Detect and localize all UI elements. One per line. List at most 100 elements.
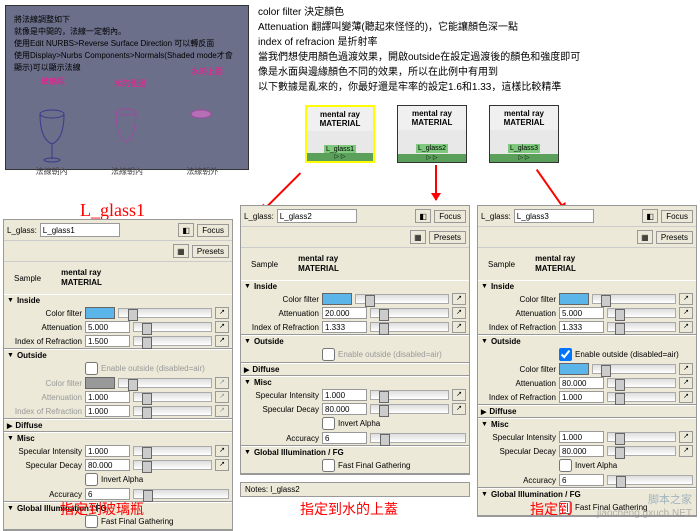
glass-3: 法線朝外 <box>186 104 218 177</box>
att-slider[interactable] <box>133 322 212 332</box>
cf-swatch[interactable] <box>559 293 589 305</box>
sample-label: Sample <box>14 274 41 283</box>
map-icon[interactable]: ↗ <box>215 335 229 347</box>
node-3-label: L_glass3 <box>508 144 540 153</box>
node-io: ▷ ▷ <box>490 154 558 162</box>
invert-alpha-check[interactable] <box>559 459 572 472</box>
bottom-label-2: 指定到水的上蓋 <box>300 499 398 519</box>
si-input[interactable] <box>85 445 130 457</box>
invert-alpha-check[interactable] <box>322 417 335 430</box>
collapse-icon: ▼ <box>7 352 14 359</box>
material-node-3[interactable]: mental rayMATERIAL L_glass3 ▷ ▷ <box>489 105 559 163</box>
glass-3-label: 法線朝外 <box>186 166 218 177</box>
gi-header[interactable]: ▼Global Illumination / FG <box>241 447 469 458</box>
focus-button[interactable]: Focus <box>661 210 693 223</box>
acc-input[interactable] <box>322 432 367 444</box>
notes-bar: Notes: l_glass2 <box>240 482 470 497</box>
si-input[interactable] <box>559 431 604 443</box>
attenuation-input[interactable] <box>85 321 130 333</box>
node-io: ▷ ▷ <box>307 153 373 161</box>
sd-input[interactable] <box>559 445 604 457</box>
map-icon[interactable]: ↗ <box>215 405 229 417</box>
map-icon[interactable]: ↗ <box>215 445 229 457</box>
sd-input[interactable] <box>85 459 130 471</box>
acc-input[interactable] <box>559 474 604 486</box>
ref-line1: 將法線調整如下 <box>14 14 240 26</box>
att-input[interactable] <box>559 307 604 319</box>
glass-name-input[interactable] <box>514 209 594 223</box>
misc-header[interactable]: ▼Misc <box>478 419 696 430</box>
ref-line2: 就像是中間的，法線一定朝內。 <box>14 26 240 38</box>
glass-2: 法線朝內 <box>111 104 143 177</box>
ior-slider[interactable] <box>133 336 212 346</box>
focus-button[interactable]: Focus <box>434 210 466 223</box>
presets-button[interactable]: Presets <box>192 245 229 258</box>
presets-button[interactable]: Presets <box>429 231 466 244</box>
ffg-check[interactable] <box>322 459 335 472</box>
enable-outside-check[interactable] <box>322 348 335 361</box>
inside-header[interactable]: ▼Inside <box>241 281 469 292</box>
bottom-label-3: 指定到 <box>530 499 572 519</box>
misc-header[interactable]: ▼Misc <box>241 377 469 388</box>
desc-l5: 像是水面與邊緣顏色不同的效果，所以在此例中有用到 <box>258 65 696 80</box>
preset-icon[interactable]: ▦ <box>637 230 653 244</box>
wineglass-icon <box>36 104 68 164</box>
att-input[interactable] <box>322 307 367 319</box>
map-icon[interactable]: ↗ <box>215 391 229 403</box>
o-cf-swatch[interactable] <box>559 363 589 375</box>
preset-icon[interactable]: ▦ <box>410 230 426 244</box>
cf-swatch[interactable] <box>322 293 352 305</box>
nav-icon[interactable]: ◧ <box>642 209 658 223</box>
arrow-2 <box>435 165 437 200</box>
inside-header[interactable]: ▼Inside <box>4 295 232 306</box>
o-ior-input[interactable] <box>559 391 604 403</box>
focus-button[interactable]: Focus <box>197 224 229 237</box>
diffuse-header[interactable]: ▶Diffuse <box>478 406 696 417</box>
desc-l1: color filter 決定顏色 <box>258 5 696 20</box>
diffuse-header[interactable]: ▶Diffuse <box>241 364 469 375</box>
desc-l6: 以下數據是亂來的，你最好還是牢率的設定1.6和1.33，這樣比較精準 <box>258 80 696 95</box>
water-side-icon <box>111 104 141 164</box>
inside-header[interactable]: ▼Inside <box>478 281 696 292</box>
map-icon[interactable]: ↗ <box>215 377 229 389</box>
cf-slider[interactable] <box>118 308 212 318</box>
pink-label-right: 水的上面 <box>191 66 223 77</box>
o-cf-slider <box>118 378 212 388</box>
map-icon[interactable]: ↗ <box>215 459 229 471</box>
o-att-input[interactable] <box>559 377 604 389</box>
ior-input[interactable] <box>322 321 367 333</box>
presets-button[interactable]: Presets <box>656 231 693 244</box>
panel-header: L_glass: ◧ Focus <box>4 220 232 241</box>
glass-name-input[interactable] <box>40 223 120 237</box>
o-ior-input <box>85 405 130 417</box>
attribute-panel-3: L_glass:◧Focus ▦Presets Samplemental ray… <box>477 205 697 517</box>
glass-name-input[interactable] <box>277 209 357 223</box>
map-icon[interactable]: ↗ <box>215 321 229 333</box>
node-2-label: L_glass2 <box>416 144 448 153</box>
material-node-1[interactable]: mental rayMATERIAL L_glass1 ▷ ▷ <box>305 105 375 163</box>
preset-icon[interactable]: ▦ <box>173 244 189 258</box>
map-icon[interactable]: ↗ <box>215 307 229 319</box>
enable-outside-check[interactable] <box>559 348 572 361</box>
sd-input[interactable] <box>322 403 367 415</box>
color-filter-swatch[interactable] <box>85 307 115 319</box>
diffuse-header[interactable]: ▶Diffuse <box>4 420 232 431</box>
material-node-2[interactable]: mental rayMATERIAL L_glass2 ▷ ▷ <box>397 105 467 163</box>
attribute-panel-2: L_glass:◧Focus ▦Presets Samplemental ray… <box>240 205 470 475</box>
o-cf-swatch <box>85 377 115 389</box>
nav-icon[interactable]: ◧ <box>178 223 194 237</box>
misc-header[interactable]: ▼Misc <box>4 433 232 444</box>
nav-icon[interactable]: ◧ <box>415 209 431 223</box>
glass-1-label: 法線朝內 <box>36 166 68 177</box>
si-input[interactable] <box>322 389 367 401</box>
ior-input[interactable] <box>85 335 130 347</box>
outside-header[interactable]: ▼Outside <box>241 336 469 347</box>
ref-line3: 使用Edit NURBS>Reverse Surface Direction 可… <box>14 38 240 50</box>
pink-label-mid: 水的側邊 <box>114 78 146 89</box>
enable-outside-check[interactable] <box>85 362 98 375</box>
outside-header[interactable]: ▼Outside <box>4 350 232 361</box>
invert-alpha-check[interactable] <box>85 473 98 486</box>
ior-input[interactable] <box>559 321 604 333</box>
outside-header[interactable]: ▼Outside <box>478 336 696 347</box>
node-io: ▷ ▷ <box>398 154 466 162</box>
